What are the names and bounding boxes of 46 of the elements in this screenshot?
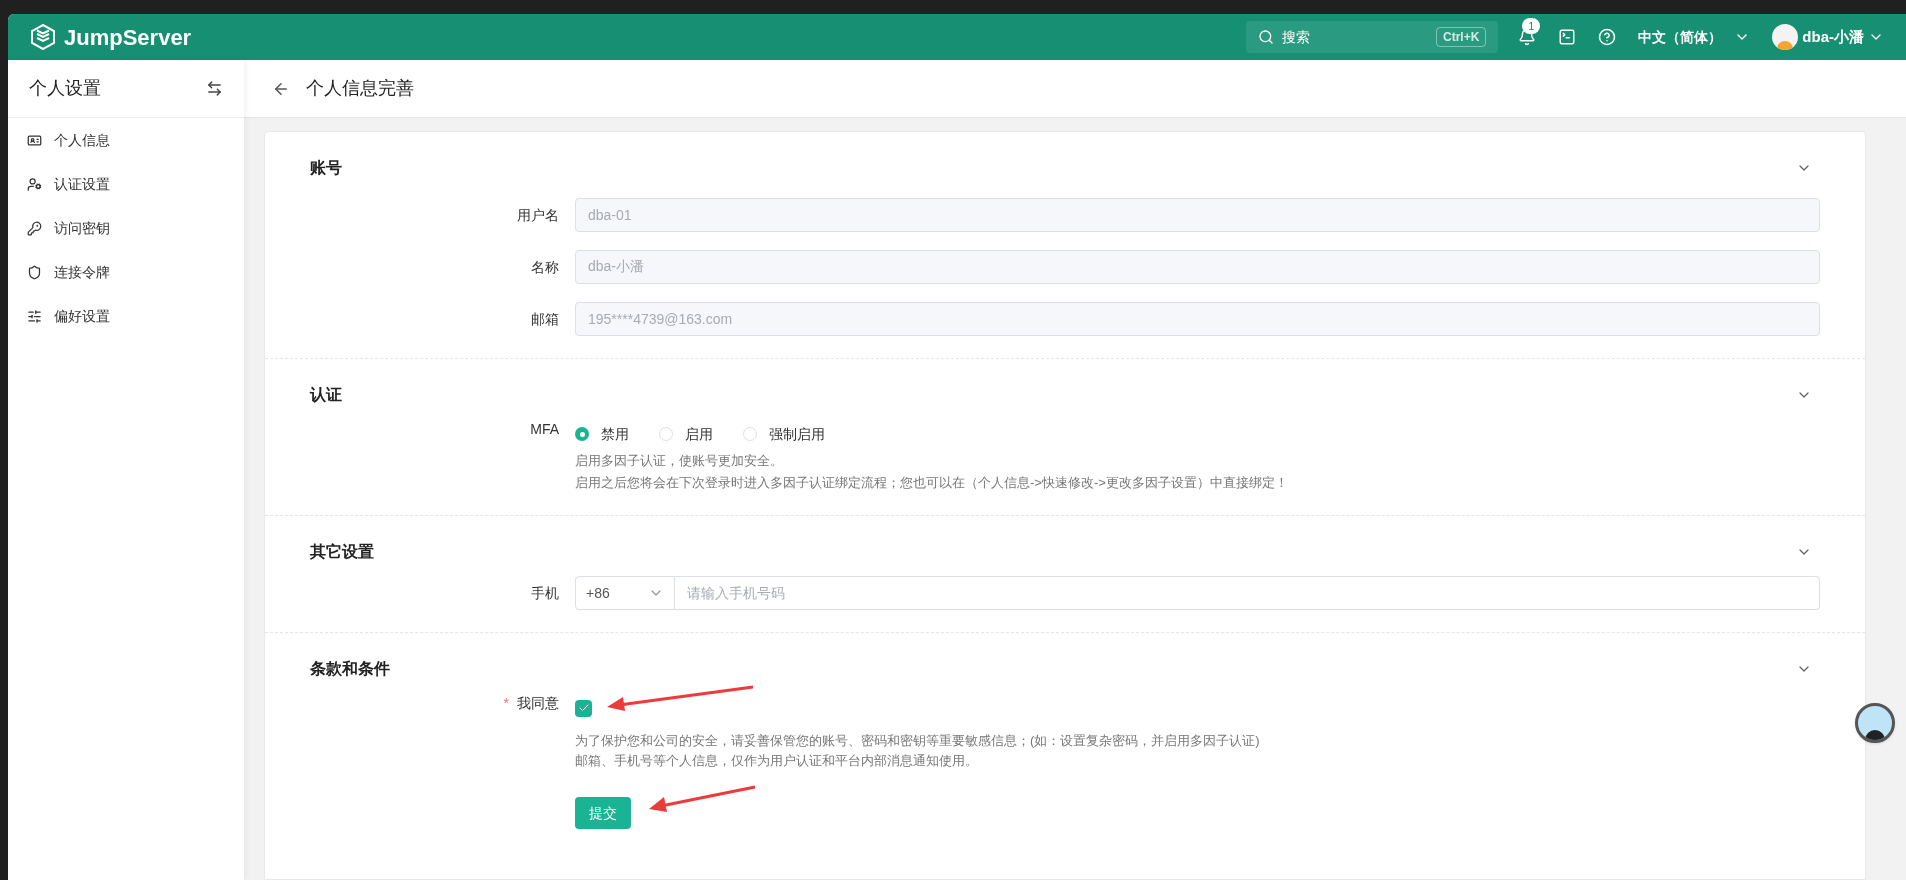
help-text: 邮箱、手机号等个人信息，仅作为用户认证和平台内部消息通知使用。 [575,752,979,770]
help-text: 为了保护您和公司的安全，请妥善保管您的账号、密码和密钥等重要敏感信息；(如：设置复杂密码，并启用多因子认证) [575,732,1260,750]
sidebar-item[interactable]: 访问密钥 [8,206,244,250]
section-title: 条款和条件 [310,659,390,679]
field-label: MFA [530,421,559,437]
key-icon [27,220,42,236]
country-code-select[interactable]: +86 [575,576,675,610]
field-label: 手机 [531,584,559,601]
notification-badge: 1 [1522,18,1541,34]
assistant-avatar[interactable] [1855,703,1895,743]
logo-icon [30,24,56,50]
section-title: 认证 [310,385,342,405]
sidebar-item[interactable]: 偏好设置 [8,294,244,338]
shield-icon [27,264,42,280]
switch-icon[interactable] [206,80,223,97]
page-title: 个人信息完善 [306,77,414,100]
user-menu[interactable]: dba-小潘 [1772,24,1884,50]
section-title: 其它设置 [310,542,374,562]
radio-option[interactable]: 强制启用 [743,423,825,445]
field-label: 用户名 [517,206,559,223]
radio-option[interactable]: 启用 [659,423,713,445]
field-label: 邮箱 [531,310,559,327]
field-label: 我同意 [517,695,559,711]
help-icon[interactable] [1598,28,1617,46]
sliders-icon [27,308,42,324]
language-select[interactable]: 中文（简体） [1638,26,1751,48]
search-icon [1258,29,1275,45]
checkbox[interactable] [575,699,592,717]
terminal-icon[interactable] [1558,28,1577,46]
sidebar-item[interactable]: 认证设置 [8,162,244,206]
user-gear-icon [27,176,42,192]
sidebar-title: 个人设置 [29,77,101,100]
bell-icon[interactable] [1518,28,1537,46]
section-title: 账号 [310,158,342,178]
help-text: 启用之后您将会在下次登录时进入多因子认证绑定流程；您也可以在（个人信息->快速修改->更改多因子设置）中直接绑定！ [575,474,1288,492]
shortcut-key: Ctrl+K [1436,27,1487,47]
required-mark: * [503,695,509,711]
field-label: 名称 [531,258,559,275]
id-card-icon [27,132,42,148]
help-text: 启用多因子认证，使账号更加安全。 [575,452,784,470]
logo-text: JumpServer [64,23,192,52]
sidebar-item[interactable]: 个人信息 [8,118,244,162]
check-icon [577,702,590,714]
phone-input[interactable]: 请输入手机号码 [675,576,1820,610]
sidebar-item[interactable]: 连接令牌 [8,250,244,294]
radio-option[interactable]: 禁用 [575,423,629,445]
